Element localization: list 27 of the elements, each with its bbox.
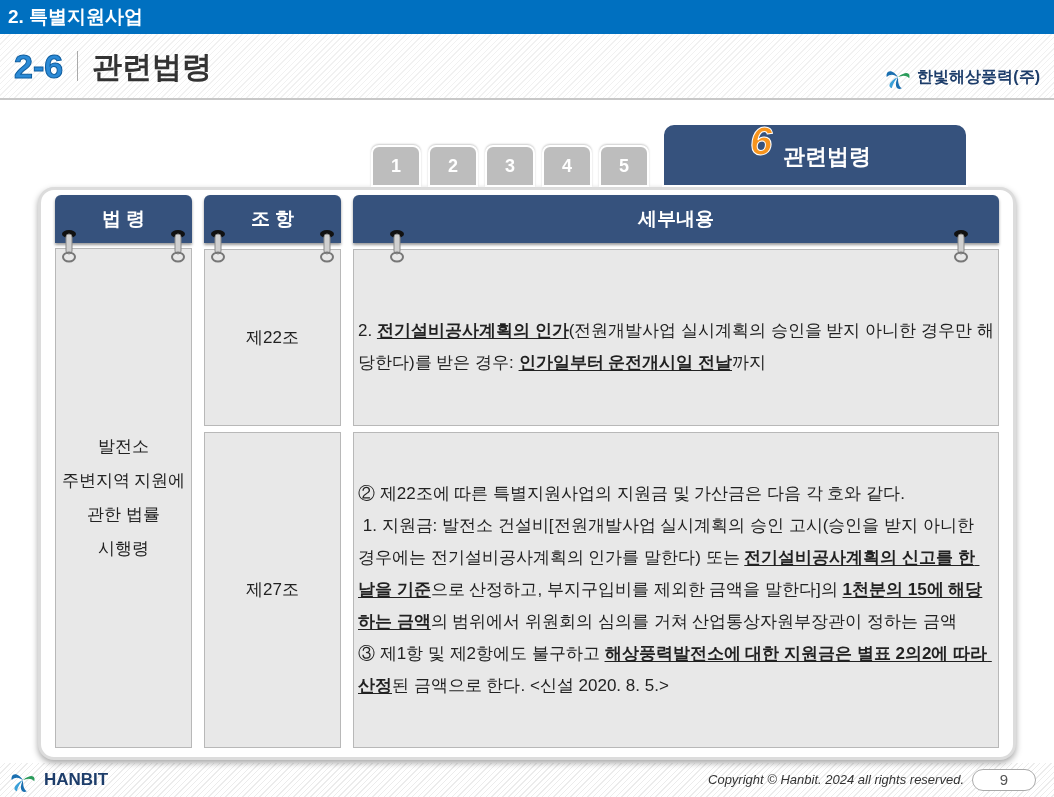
law-name-line: 관한 법률: [87, 504, 160, 526]
article-cell: 제22조: [204, 249, 341, 426]
tab[interactable]: 2: [428, 145, 478, 187]
tab[interactable]: 1: [371, 145, 421, 187]
section-bar: 2. 특별지원사업: [0, 0, 1054, 34]
law-name-line: 발전소: [98, 436, 149, 458]
tab[interactable]: 3: [485, 145, 535, 187]
brand-name: HANBIT: [44, 769, 109, 792]
detail-paragraph: 1. 지원금: 발전소 건설비[전원개발사업 실시계획의 승인 고시(승인을 받지 아니한 경우에는 전기설비공사계획의 인가를 말한다) 또는 전기설비공사계획의 신고를 한 날을 기준으로 산정하고, 부지구입비를 제외한 금액을 말한다]의 1천분의 15에 해당하는 금액의 범위에서 위원회의 심의를 거쳐 산업통상자원부장관이 정하는 금액: [358, 515, 984, 633]
tab[interactable]: 6 관련법령: [662, 123, 968, 187]
detail-paragraph: ③ 제1항 및 제2항에도 불구하고 해상풍력발전소에 대한 지원금은 별표 2의2에 따라 산정된 금액으로 한다. <신설 2020. 8. 5.>: [358, 643, 989, 697]
company-name: 한빛해상풍력(주): [917, 67, 1040, 87]
page-number: 9: [972, 769, 1036, 791]
column-header: 세부내용: [353, 195, 999, 243]
detail-paragraph: 2. 전기설비공사계획의 인가(전원개발사업 실시계획의 승인을 받지 아니한 경우만 해당한다)를 받은 경우: 인가일부터 운전개시일 전날까지: [358, 319, 994, 374]
law-name-line: 주변지역 지원에: [61, 470, 186, 492]
law-name-line: 시행령: [98, 538, 149, 560]
column-header: 법 령: [55, 195, 192, 243]
tab-label: 관련법령: [783, 142, 871, 171]
detail-paragraph: ② 제22조에 따른 특별지원사업의 지원금 및 가산금은 다음 각 호와 같다.: [358, 483, 906, 505]
tab[interactable]: 4: [542, 145, 592, 187]
article-cell: 제27조: [204, 432, 341, 748]
section-number: 2-6: [14, 45, 64, 87]
column-header: 조 항: [204, 195, 341, 243]
copyright-text: Copyright © Hanbit. 2024 all rights reserved.: [708, 771, 964, 790]
page-title: 관련법령: [92, 48, 213, 85]
tab[interactable]: 5: [599, 145, 649, 187]
